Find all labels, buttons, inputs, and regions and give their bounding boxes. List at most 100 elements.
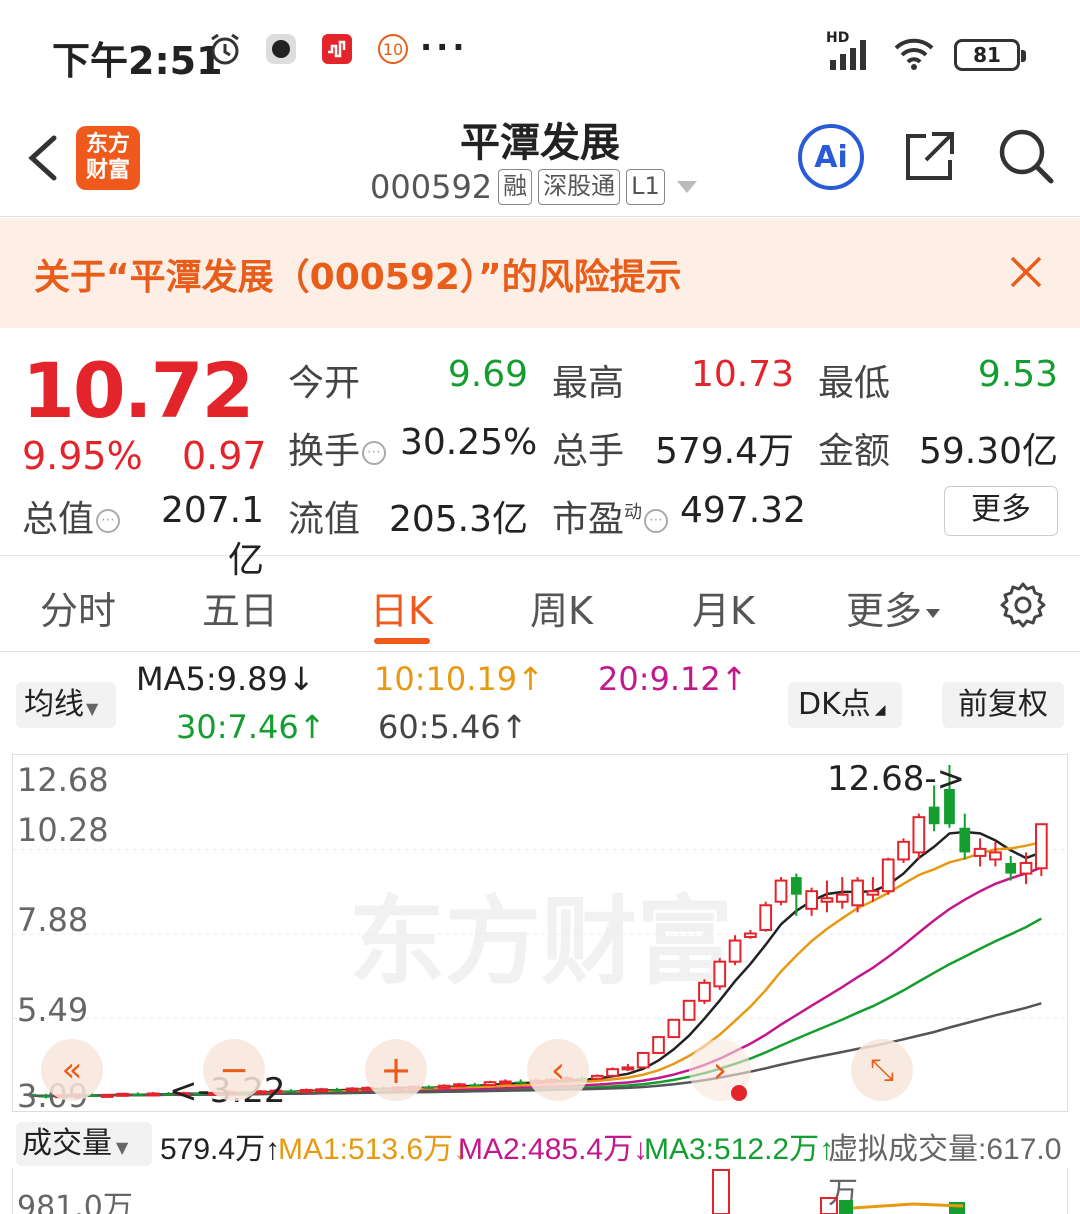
turnover-label-text: 换手 — [288, 431, 361, 472]
close-icon — [1010, 256, 1042, 288]
turnover-label[interactable]: 换手 ⋯ — [288, 422, 387, 474]
tab-monthly-k[interactable]: 月K — [692, 580, 755, 635]
volume-selector[interactable]: 成交量 ▼ — [16, 1122, 152, 1166]
app-notification-icon — [262, 30, 300, 68]
volume-bar — [820, 1197, 838, 1214]
tab-weekly-k[interactable]: 周K — [530, 580, 593, 635]
volume-bar — [949, 1202, 965, 1214]
candle-body — [469, 1084, 481, 1087]
scroll-left-button[interactable]: ‹ — [527, 1039, 589, 1101]
volume-ma1: MA1:513.6万↓ — [278, 1133, 469, 1166]
candle-body — [912, 816, 926, 854]
volume-selector-label: 成交量 — [22, 1126, 112, 1161]
volume-label: 总手 — [552, 431, 625, 472]
double-chevron-left-icon: « — [61, 1050, 83, 1090]
share-button[interactable] — [902, 128, 958, 184]
ma60-value: 60:5.46↑ — [378, 708, 528, 746]
low-value: 9.53 — [977, 354, 1058, 395]
max-price-marker: 12.68-> — [827, 759, 966, 799]
plus-icon: + — [380, 1048, 412, 1092]
zoom-in-button[interactable]: + — [365, 1039, 427, 1101]
ma10-value: 10:10.19↑ — [374, 660, 544, 698]
stock-subtitle[interactable]: 000592 融 深股通 L1 — [370, 168, 697, 206]
dk-point-label: DK点 — [798, 687, 871, 722]
status-bar: 下午2:51 10 ··· HD 81 — [0, 0, 1080, 100]
dk-point-button[interactable]: DK点 ◢ — [788, 682, 902, 728]
candle-body — [299, 1088, 313, 1093]
tag-level1: L1 — [626, 169, 665, 205]
volume-chart[interactable]: 981.0万 — [12, 1168, 1068, 1214]
candle-body — [897, 840, 910, 861]
float-cap-label: 流值 — [288, 499, 361, 540]
caret-down-icon — [926, 609, 941, 618]
candle-body — [636, 1051, 650, 1069]
scroll-left-fast-button[interactable]: « — [41, 1039, 103, 1101]
chart-tabs: 分时 五日 日K 周K 月K 更多 — [0, 558, 1080, 652]
risk-close-button[interactable] — [1006, 252, 1046, 292]
risk-banner[interactable]: 关于“平潭发展（000592）”的风险提示 — [0, 218, 1080, 328]
last-price: 10.72 — [22, 346, 254, 435]
ma-legend: 均线 ▼ MA5:9.89↓ 10:10.19↑ 20:9.12↑ 30:7.46… — [0, 652, 1080, 752]
open-label: 今开 — [288, 363, 361, 404]
stock-header: 东方财富 平潭发展 000592 融 深股通 L1 Ai — [0, 100, 1080, 217]
corner-caret-icon: ◢ — [874, 702, 886, 718]
market-cap-label[interactable]: 总值 ⋯ — [22, 490, 121, 542]
pe-label[interactable]: 市盈动 ⋯ — [552, 490, 669, 542]
tab-five-day[interactable]: 五日 — [202, 580, 278, 635]
watermark: 东方财富 — [349, 886, 733, 998]
candle-body — [331, 1089, 343, 1092]
volume-bar — [712, 1169, 730, 1214]
volume-legend: 成交量 ▼ 579.4万↑ MA1:513.6万↓ MA2:485.4万↓ MA3… — [0, 1118, 1080, 1210]
caret-down-icon: ▼ — [116, 1138, 129, 1157]
candle-body — [1019, 861, 1033, 875]
candle-body — [483, 1081, 497, 1087]
tab-intraday[interactable]: 分时 — [40, 580, 116, 635]
candle-body — [959, 827, 971, 853]
ma5-value: MA5:9.89↓ — [136, 660, 315, 698]
share-icon — [906, 132, 954, 180]
search-button[interactable] — [996, 126, 1056, 186]
candle-body — [606, 1068, 619, 1077]
ma20-value: 20:9.12↑ — [598, 660, 748, 698]
more-quote-button[interactable]: 更多 — [944, 486, 1058, 536]
tab-more[interactable]: 更多 — [846, 580, 941, 635]
candle-body — [499, 1080, 512, 1085]
market-cap-label-text: 总值 — [22, 499, 95, 540]
tab-daily-k[interactable]: 日K — [370, 580, 433, 635]
info-icon: ⋯ — [96, 509, 121, 533]
eastmoney-notification-icon — [318, 30, 356, 68]
candle-body — [423, 1086, 435, 1089]
y-label-3: 7.88 — [17, 901, 89, 939]
pe-label-text: 市盈 — [552, 499, 625, 540]
caret-down-icon — [676, 181, 697, 193]
fullscreen-button[interactable]: ⤡ — [851, 1039, 913, 1101]
tag-shenzhen-connect: 深股通 — [538, 169, 621, 205]
chart-settings-button[interactable] — [998, 580, 1048, 630]
network-label: HD — [826, 30, 850, 46]
candle-body — [713, 960, 727, 988]
candle-body — [100, 1093, 114, 1098]
search-icon — [999, 129, 1054, 184]
status-right-icons: HD 81 — [826, 30, 1026, 74]
candle-body — [805, 890, 819, 910]
badge-notification-icon: 10 — [374, 30, 412, 68]
chevron-right-icon: › — [712, 1049, 728, 1091]
candlestick-chart[interactable]: 东方财富 12.68 10.28 7.88 5.49 3.09 12.68-> … — [12, 754, 1069, 1115]
alarm-icon — [206, 30, 244, 68]
ai-button[interactable]: Ai — [798, 124, 864, 190]
candle-body — [851, 879, 864, 907]
candle-body — [928, 806, 940, 825]
candle-body — [132, 1093, 144, 1096]
candle-body — [667, 1018, 681, 1039]
wifi-icon — [892, 36, 936, 74]
candle-body — [774, 879, 788, 903]
adjust-button[interactable]: 前复权 — [942, 682, 1064, 728]
ma-selector[interactable]: 均线 ▼ — [16, 682, 116, 728]
volume-current: 579.4万↑ — [160, 1133, 281, 1166]
candle-body — [881, 858, 895, 893]
zoom-out-button[interactable]: − — [203, 1039, 265, 1101]
y-label-4: 5.49 — [17, 991, 89, 1029]
candle-body — [1005, 862, 1017, 874]
high-label: 最高 — [552, 363, 625, 404]
tag-margin: 融 — [498, 169, 533, 205]
